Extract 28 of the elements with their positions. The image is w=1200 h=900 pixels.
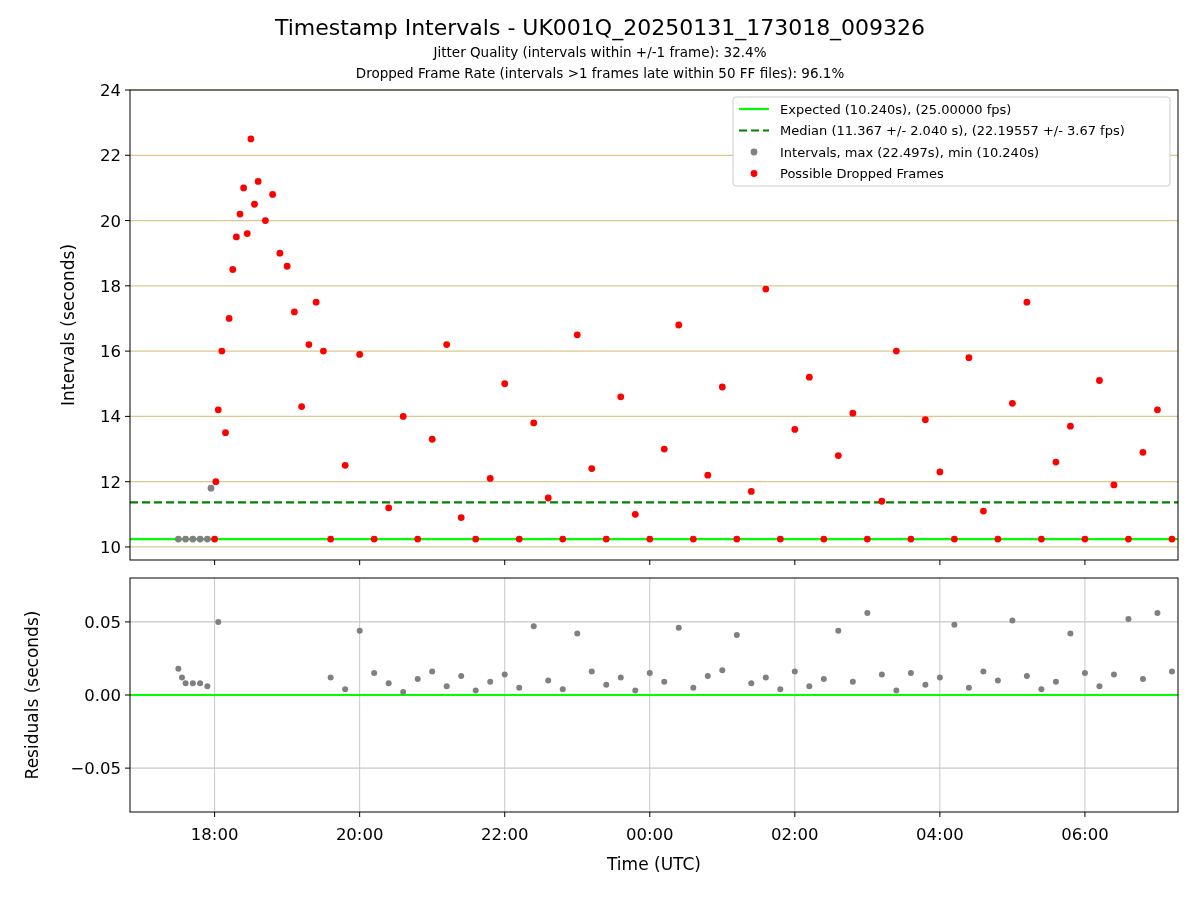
tick-label: 14: [100, 407, 121, 427]
axis-label: Intervals (seconds): [58, 243, 78, 407]
tick-label: −0.05: [70, 759, 121, 779]
tick-label: 18: [100, 276, 121, 296]
chart-subtitle: Jitter Quality (intervals within +/-1 frame): 32.4%: [433, 43, 767, 62]
tick-label: 0.05: [84, 612, 121, 632]
legend-label: Possible Dropped Frames: [780, 166, 944, 181]
legend-label: Expected (10.240s), (25.00000 fps): [780, 101, 1012, 117]
axis-label: Residuals (seconds): [22, 610, 42, 780]
tick-label: 0.00: [84, 686, 121, 705]
tick-label: 24: [100, 81, 121, 100]
axis-label: Time (UTC): [607, 854, 701, 874]
tick-label: 22:00: [480, 825, 529, 844]
tick-label: 10: [100, 537, 121, 557]
legend-label: Median (11.367 +/- 2.040 s), (22.19557 +/- 3.67 fps): [780, 123, 1125, 138]
legend-label: Intervals, max (22.497s), min (10.240s): [780, 144, 1039, 160]
tick-label: 22: [100, 146, 121, 166]
tick-label: 00:00: [626, 825, 674, 844]
tick-label: 04:00: [916, 825, 964, 844]
tick-label: 16: [100, 342, 121, 362]
chart-title: Timestamp Intervals - UK001Q_20250131_173018_009326: [274, 14, 926, 42]
tick-label: 02:00: [771, 825, 819, 844]
chart-subtitle: Dropped Frame Rate (intervals >1 frames late within 50 FF files): 96.1%: [355, 64, 845, 83]
tick-label: 20:00: [335, 825, 384, 844]
tick-label: 20: [100, 211, 121, 231]
tick-label: 06:00: [1061, 825, 1109, 844]
tick-label: 12: [100, 472, 121, 492]
tick-label: 18:00: [190, 825, 239, 844]
